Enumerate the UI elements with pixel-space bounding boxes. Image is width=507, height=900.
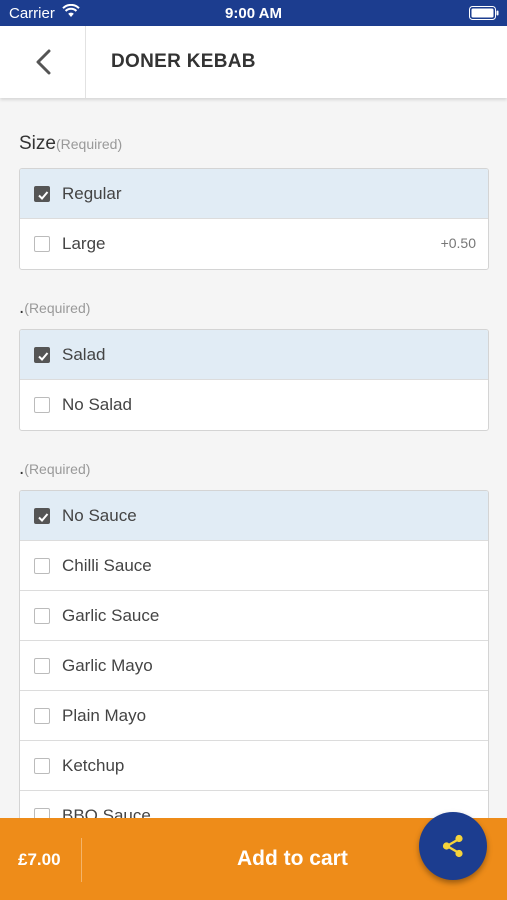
option-price: +0.50	[440, 235, 476, 251]
checkbox-checked[interactable]	[34, 186, 50, 202]
checkbox-checked[interactable]	[34, 508, 50, 524]
options-content[interactable]: Size(Required) Regular Large +0.50 .(Req…	[0, 98, 507, 818]
option-plain-mayo[interactable]: Plain Mayo	[20, 691, 488, 741]
checkbox-unchecked[interactable]	[34, 236, 50, 252]
checkbox-unchecked[interactable]	[34, 608, 50, 624]
option-label: BBQ Sauce	[62, 806, 151, 818]
checkbox-unchecked[interactable]	[34, 808, 50, 818]
group-title-sauce: .(Required)	[19, 458, 90, 480]
checkbox-unchecked[interactable]	[34, 397, 50, 413]
option-ketchup[interactable]: Ketchup	[20, 741, 488, 791]
check-icon	[38, 191, 49, 200]
required-label: (Required)	[24, 461, 91, 477]
option-label: Garlic Sauce	[62, 606, 160, 625]
option-salad[interactable]: Salad	[20, 330, 488, 380]
share-button[interactable]	[419, 812, 487, 880]
status-time: 9:00 AM	[225, 5, 282, 22]
sauce-options: No Sauce Chilli Sauce Garlic Sauce Garli…	[19, 490, 489, 818]
group-title-text: Size	[19, 133, 56, 154]
checkbox-unchecked[interactable]	[34, 758, 50, 774]
option-large[interactable]: Large +0.50	[20, 219, 488, 269]
option-regular[interactable]: Regular	[20, 169, 488, 219]
share-icon	[442, 834, 463, 858]
page-title: DONER KEBAB	[111, 51, 256, 72]
checkbox-unchecked[interactable]	[34, 658, 50, 674]
check-icon	[38, 513, 49, 522]
chevron-left-icon	[36, 49, 50, 75]
checkbox-checked[interactable]	[34, 347, 50, 363]
option-label: Regular	[62, 184, 122, 203]
option-label: Garlic Mayo	[62, 656, 153, 675]
option-no-salad[interactable]: No Salad	[20, 380, 488, 430]
option-chilli-sauce[interactable]: Chilli Sauce	[20, 541, 488, 591]
header: DONER KEBAB	[0, 26, 507, 98]
required-label: (Required)	[55, 136, 123, 152]
salad-options: Salad No Salad	[19, 329, 489, 431]
checkbox-unchecked[interactable]	[34, 708, 50, 724]
required-label: (Required)	[24, 300, 91, 316]
option-label: Plain Mayo	[62, 706, 147, 725]
checkbox-unchecked[interactable]	[34, 558, 50, 574]
battery-icon	[469, 6, 499, 20]
check-icon	[38, 352, 49, 361]
option-label: No Sauce	[62, 506, 137, 525]
option-label: Ketchup	[62, 756, 125, 775]
status-bar: Carrier 9:00 AM	[0, 0, 507, 26]
group-title-size: Size(Required)	[19, 133, 122, 155]
order-total: £7.00	[18, 850, 61, 869]
option-garlic-sauce[interactable]: Garlic Sauce	[20, 591, 488, 641]
back-button[interactable]	[0, 26, 86, 98]
size-options: Regular Large +0.50	[19, 168, 489, 270]
group-title-salad: .(Required)	[19, 297, 90, 319]
option-label: Salad	[62, 345, 106, 364]
option-bbq-sauce[interactable]: BBQ Sauce	[20, 791, 488, 818]
option-label: Large	[62, 234, 106, 253]
option-no-sauce[interactable]: No Sauce	[20, 491, 488, 541]
option-label: No Salad	[62, 395, 132, 414]
option-label: Chilli Sauce	[62, 556, 152, 575]
option-garlic-mayo[interactable]: Garlic Mayo	[20, 641, 488, 691]
